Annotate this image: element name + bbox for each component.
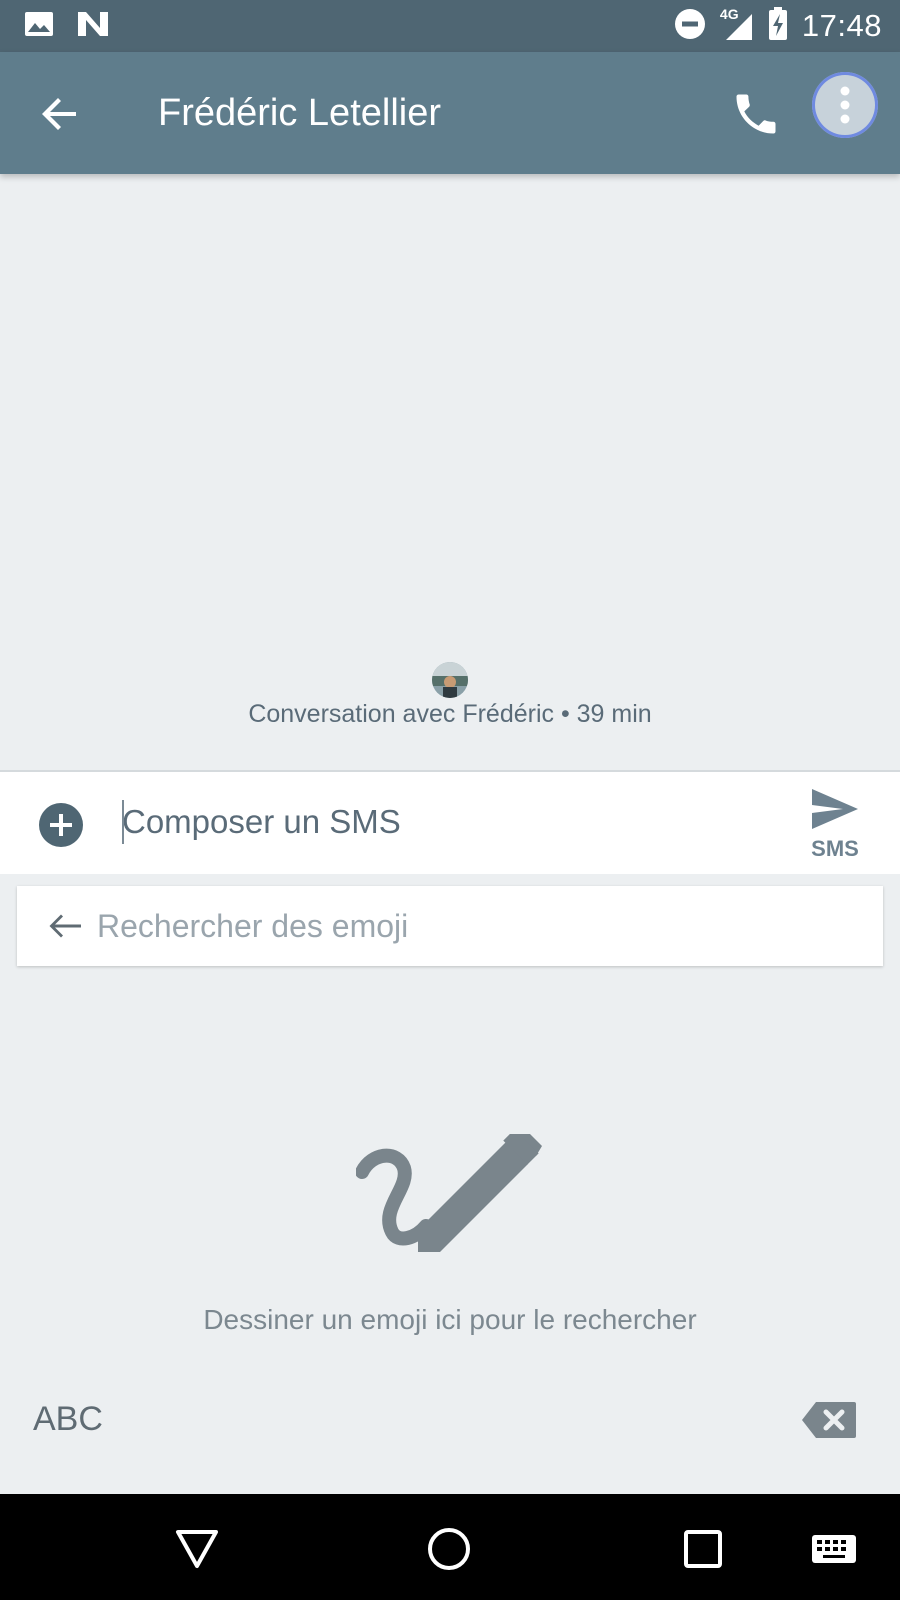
battery-charging-icon: [768, 6, 788, 46]
backspace-button[interactable]: [800, 1400, 858, 1440]
arrow-back-icon: [42, 98, 76, 130]
signal-icon: 4G: [720, 6, 754, 42]
home-nav-button[interactable]: [426, 1526, 472, 1572]
call-button[interactable]: [730, 88, 782, 140]
keyboard-icon: [812, 1535, 856, 1563]
status-bar: 4G 17:48: [0, 0, 900, 52]
draw-emoji-area[interactable]: [355, 1128, 546, 1254]
add-circle-icon: [39, 803, 83, 847]
do-not-disturb-icon: [674, 8, 706, 45]
emoji-search-input[interactable]: [97, 898, 857, 954]
draw-emoji-hint: Dessiner un emoji ici pour le rechercher: [203, 1304, 697, 1335]
system-navigation-bar: [0, 1494, 900, 1600]
triangle-back-icon: [176, 1530, 218, 1568]
circle-home-icon: [428, 1528, 470, 1570]
arrow-back-icon: [49, 914, 81, 938]
network-type-label: 4G: [719, 6, 739, 22]
text-cursor: [122, 800, 124, 844]
send-sms-label: SMS: [811, 836, 859, 861]
send-icon: [812, 789, 858, 829]
n-notification-icon: [76, 10, 110, 43]
send-sms-button[interactable]: SMS: [800, 786, 870, 866]
back-button[interactable]: [34, 88, 86, 140]
contact-avatar: [432, 662, 468, 698]
clock: 17:48: [801, 8, 882, 43]
recents-nav-button[interactable]: [680, 1526, 726, 1572]
compose-bar: SMS: [0, 772, 900, 874]
handwriting-pencil-icon: [355, 1128, 542, 1252]
compose-sms-input[interactable]: [122, 794, 762, 850]
phone-icon: [736, 94, 776, 134]
abc-keyboard-switch[interactable]: ABC: [33, 1400, 103, 1439]
app-bar: Frédéric Letellier: [0, 52, 900, 174]
emoji-search-back-button[interactable]: [47, 910, 83, 942]
conversation-info: Conversation avec Frédéric • 39 min: [248, 700, 652, 728]
add-attachment-button[interactable]: [38, 802, 84, 848]
square-recents-icon: [684, 1530, 722, 1568]
back-nav-button[interactable]: [174, 1526, 220, 1572]
backspace-icon: [802, 1402, 856, 1438]
image-notification-icon: [24, 11, 54, 42]
more-vert-icon: [840, 86, 850, 124]
emoji-search-bar: [17, 886, 883, 966]
keyboard-switch-button[interactable]: [808, 1526, 860, 1572]
contact-name-title: Frédéric Letellier: [158, 92, 441, 134]
more-options-button[interactable]: [812, 72, 878, 138]
